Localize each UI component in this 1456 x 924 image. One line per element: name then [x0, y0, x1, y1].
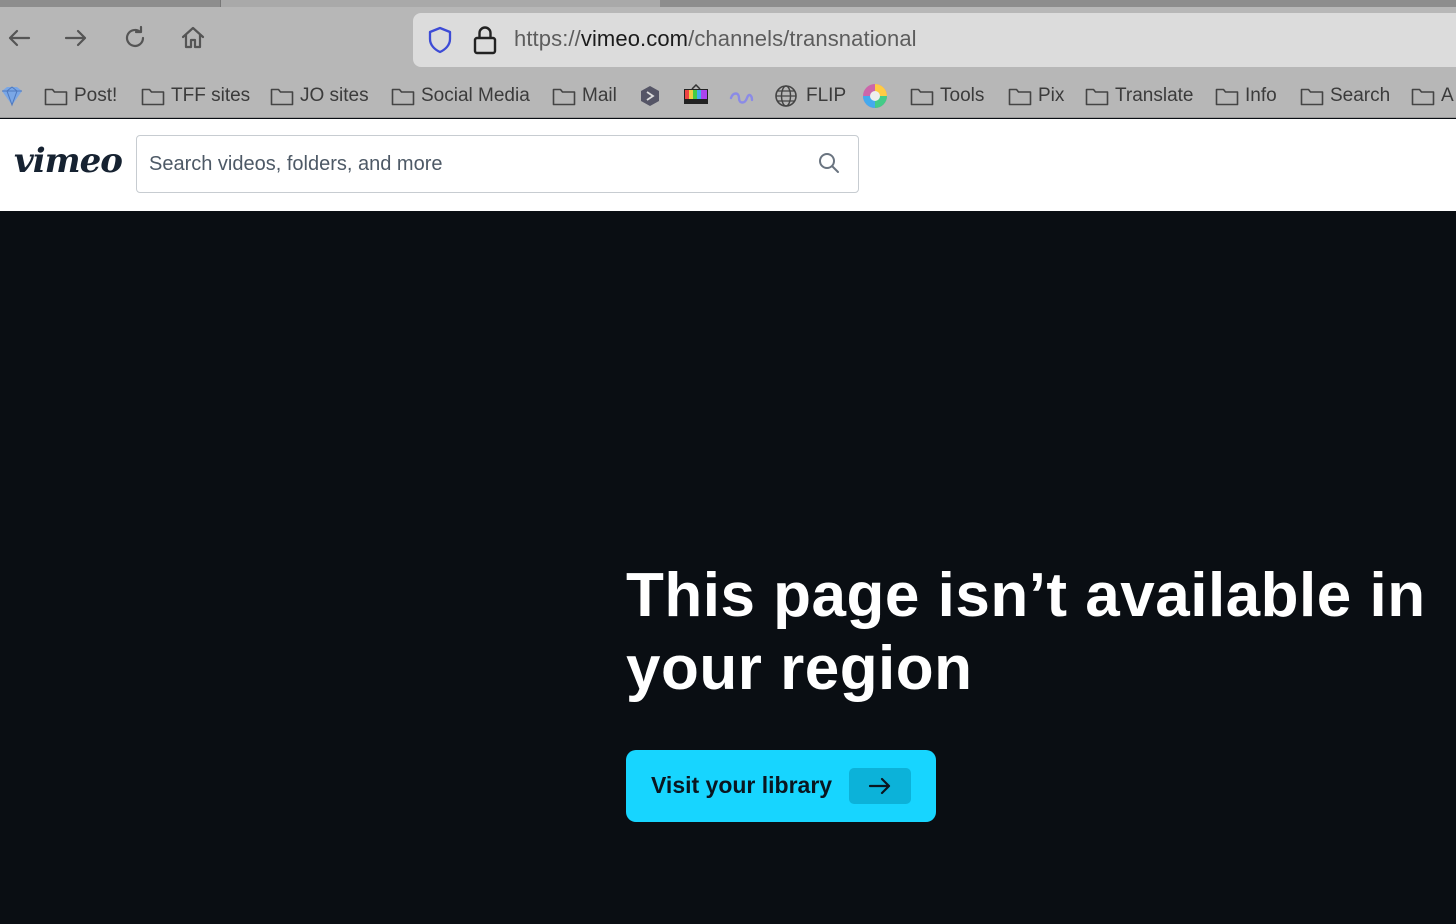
bookmark-label: Translate — [1115, 85, 1194, 106]
page-title-line2: your region — [626, 634, 973, 703]
home-button[interactable] — [176, 21, 210, 55]
bookmark-label: FLIP — [806, 85, 847, 106]
address-bar[interactable]: https://vimeo.com/channels/transnational — [413, 13, 1456, 67]
search-input[interactable] — [149, 146, 799, 182]
bookmark-folder-tff-sites[interactable]: TFF sites — [141, 83, 250, 109]
reload-icon — [125, 25, 145, 47]
folder-icon — [1215, 88, 1239, 106]
forward-button[interactable] — [59, 21, 93, 55]
back-button[interactable] — [2, 21, 36, 55]
home-icon — [181, 26, 205, 49]
vimeo-logo[interactable]: vimeo — [14, 141, 123, 181]
bookmark-folder-a[interactable]: A — [1411, 83, 1454, 109]
main-content: This page isn’t available in your region… — [0, 211, 1456, 924]
url-scheme: https:// — [514, 26, 581, 51]
bookmark-folder-social-media[interactable]: Social Media — [391, 83, 530, 109]
folder-icon — [1008, 88, 1032, 106]
bookmark-folder-jo-sites[interactable]: JO sites — [270, 83, 369, 109]
color-bars-icon — [684, 84, 708, 104]
site-header: vimeo — [0, 119, 1456, 211]
folder-icon — [391, 88, 415, 106]
arrow-right-icon — [868, 777, 891, 795]
bookmark-flip[interactable]: FLIP — [774, 83, 846, 109]
reload-button[interactable] — [118, 21, 152, 55]
bookmark-label: JO sites — [300, 85, 369, 106]
page-title-line1: This page isn’t available in — [626, 561, 1426, 630]
visit-library-button[interactable]: Visit your library — [626, 750, 936, 822]
bookmark-folder-post[interactable]: Post! — [44, 83, 117, 109]
diamond-icon — [2, 86, 22, 107]
folder-icon — [1085, 88, 1109, 106]
bookmark-label: Post! — [74, 85, 118, 106]
active-tab-strip[interactable] — [220, 0, 660, 7]
globe-icon — [775, 85, 797, 107]
arrow-right-icon — [64, 29, 87, 47]
bookmark-folder-info[interactable]: Info — [1215, 83, 1277, 109]
color-wheel-icon — [863, 84, 887, 108]
bookmark-folder-tools[interactable]: Tools — [910, 83, 984, 109]
swirl-icon — [729, 92, 754, 104]
bookmark-label: Tools — [940, 85, 985, 106]
folder-icon — [552, 88, 576, 106]
browser-toolbar: https://vimeo.com/channels/transnational — [0, 7, 1456, 75]
shield-icon[interactable] — [425, 25, 455, 55]
bookmark-color-bars[interactable] — [682, 83, 710, 109]
bookmark-folder-search[interactable]: Search — [1300, 83, 1390, 109]
bookmark-label: TFF sites — [171, 85, 251, 106]
bookmark-swirl[interactable] — [728, 83, 754, 109]
lock-icon[interactable] — [471, 24, 499, 56]
bookmarks-toolbar: Post! TFF sites JO sites Social Media Ma… — [0, 75, 1456, 118]
bookmark-color-wheel[interactable] — [862, 83, 888, 109]
bookmark-label: Search — [1330, 85, 1391, 106]
bookmark-label: Social Media — [421, 85, 530, 106]
window-top-edge — [0, 0, 1456, 7]
url-text[interactable]: https://vimeo.com/channels/transnational — [514, 26, 917, 52]
search-icon[interactable] — [818, 152, 840, 174]
bookmark-label: Pix — [1038, 85, 1065, 106]
arrow-left-icon — [8, 29, 31, 47]
folder-icon — [1411, 88, 1435, 106]
bookmark-diamond[interactable] — [0, 83, 24, 109]
bookmark-label: Mail — [582, 85, 617, 106]
hexagon-icon — [641, 86, 659, 106]
bookmark-label: A — [1441, 85, 1454, 106]
bookmark-label: Info — [1245, 85, 1277, 106]
folder-icon — [141, 88, 165, 106]
url-host: vimeo.com — [580, 26, 689, 51]
bookmark-folder-mail[interactable]: Mail — [552, 83, 617, 109]
bookmark-folder-pix[interactable]: Pix — [1008, 83, 1064, 109]
folder-icon — [270, 88, 294, 106]
folder-icon — [44, 88, 68, 106]
search-box[interactable] — [136, 135, 859, 193]
folder-icon — [910, 88, 934, 106]
arrow-box — [849, 768, 911, 804]
page-title: This page isn’t available in your region — [626, 559, 1446, 705]
bookmark-folder-translate[interactable]: Translate — [1085, 83, 1194, 109]
visit-library-label: Visit your library — [651, 772, 833, 798]
folder-icon — [1300, 88, 1324, 106]
bookmark-hexagon[interactable] — [638, 83, 662, 109]
url-path: /channels/transnational — [688, 26, 917, 51]
